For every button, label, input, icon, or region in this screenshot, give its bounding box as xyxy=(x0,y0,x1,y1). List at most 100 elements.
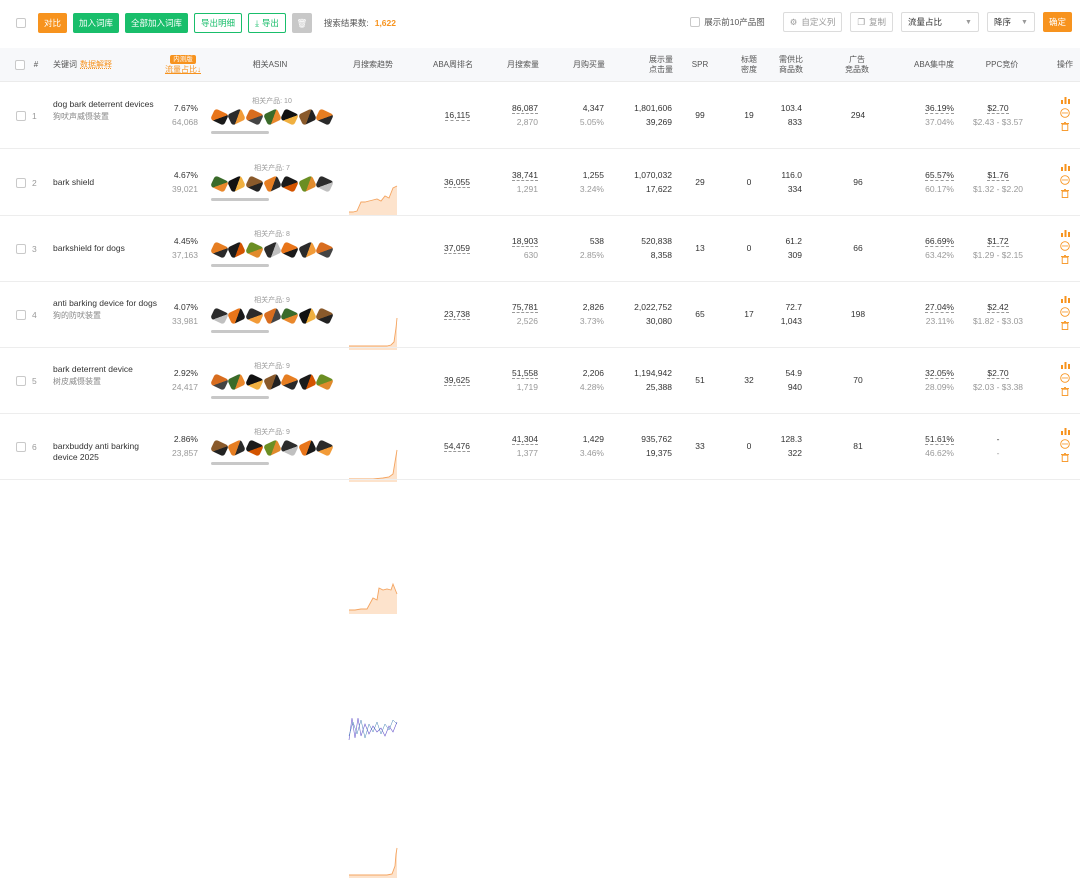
bar-chart-icon[interactable] xyxy=(1060,96,1070,104)
sort-field-select[interactable]: 流量占比 ▼ xyxy=(900,12,979,32)
aba-rank-value[interactable]: 36,055 xyxy=(444,177,470,188)
product-thumbnail[interactable] xyxy=(227,173,247,195)
keyword-cell[interactable]: anti barking device for dogs 狗的防吠装置 xyxy=(53,298,163,322)
row-checkbox[interactable] xyxy=(16,111,26,121)
header-impressions[interactable]: 展示量 点击量 xyxy=(636,48,686,82)
product-thumbnail[interactable] xyxy=(262,239,282,261)
monthly-search-value[interactable]: 38,741 xyxy=(512,170,538,181)
product-thumbnail[interactable] xyxy=(297,239,317,261)
product-thumbnail[interactable] xyxy=(211,106,229,128)
row-checkbox[interactable] xyxy=(16,442,26,452)
copy-button[interactable]: ❐ 复制 xyxy=(850,12,893,32)
add-all-to-library-button[interactable]: 全部加入词库 xyxy=(125,13,189,33)
search-trend-sparkline[interactable] xyxy=(348,712,398,746)
bar-chart-icon[interactable] xyxy=(1060,163,1070,171)
ppc-value[interactable]: $2.42 xyxy=(987,302,1009,313)
product-thumbnail[interactable] xyxy=(245,305,264,327)
more-icon[interactable] xyxy=(1060,108,1070,118)
header-flow[interactable]: 内测版 流量占比↓ xyxy=(160,48,206,82)
product-thumbnail[interactable] xyxy=(262,371,282,393)
product-thumbnail[interactable] xyxy=(211,371,229,393)
aba-rank-cell[interactable]: 36,055 xyxy=(430,177,470,188)
aba-concentration-value[interactable]: 66.69% xyxy=(925,236,954,247)
bar-chart-icon[interactable] xyxy=(1060,427,1070,435)
aba-rank-cell[interactable]: 23,738 xyxy=(430,309,470,320)
aba-concentration-value[interactable]: 65.57% xyxy=(925,170,954,181)
header-spr[interactable]: SPR xyxy=(688,48,712,82)
monthly-search-value[interactable]: 18,903 xyxy=(512,236,538,247)
row-checkbox[interactable] xyxy=(16,178,26,188)
search-trend-sparkline[interactable] xyxy=(348,844,398,878)
keyword-cell[interactable]: bark deterrent device 树皮威慑装置 xyxy=(53,364,163,388)
product-thumbnail[interactable] xyxy=(245,437,264,459)
confirm-button[interactable]: 确定 xyxy=(1042,12,1072,32)
product-thumbnail[interactable] xyxy=(315,371,333,393)
more-icon[interactable] xyxy=(1060,307,1070,317)
product-thumbnail[interactable] xyxy=(297,173,317,195)
ppc-value[interactable]: - xyxy=(997,434,1000,444)
keyword-text[interactable]: bark deterrent device xyxy=(53,364,163,375)
product-thumbnail[interactable] xyxy=(262,106,282,128)
monthly-search-value[interactable]: 75,781 xyxy=(512,302,538,313)
product-thumbnail[interactable] xyxy=(211,305,229,327)
trash-icon[interactable] xyxy=(1061,255,1069,264)
trash-icon[interactable] xyxy=(1061,189,1069,198)
more-icon[interactable] xyxy=(1060,175,1070,185)
aba-concentration-value[interactable]: 32.05% xyxy=(925,368,954,379)
aba-rank-cell[interactable]: 39,625 xyxy=(430,375,470,386)
product-thumbnail[interactable] xyxy=(315,173,333,195)
more-icon[interactable] xyxy=(1060,439,1070,449)
product-thumbnail[interactable] xyxy=(280,305,299,327)
trash-icon[interactable] xyxy=(1061,122,1069,131)
add-to-library-button[interactable]: 加入词库 xyxy=(73,13,120,33)
aba-rank-cell[interactable]: 37,059 xyxy=(430,243,470,254)
product-thumbnail[interactable] xyxy=(280,239,299,261)
product-thumbnail[interactable] xyxy=(315,305,333,327)
product-thumbnail[interactable] xyxy=(211,437,229,459)
bar-chart-icon[interactable] xyxy=(1060,229,1070,237)
aba-rank-value[interactable]: 16,115 xyxy=(444,110,470,121)
ppc-value[interactable]: $2.70 xyxy=(987,103,1009,114)
keyword-text[interactable]: dog bark deterrent devices xyxy=(53,99,163,110)
product-thumbnail[interactable] xyxy=(280,106,299,128)
product-thumbnail[interactable] xyxy=(262,305,282,327)
keyword-cell[interactable]: dog bark deterrent devices 狗吠声威慑装置 xyxy=(53,99,163,123)
export-detail-button[interactable]: 导出明细 xyxy=(194,13,243,33)
keyword-text[interactable]: anti barking device for dogs xyxy=(53,298,163,309)
keyword-text[interactable]: barkshield for dogs xyxy=(53,243,163,254)
search-trend-sparkline[interactable] xyxy=(348,580,398,614)
thumbnail-scrollbar[interactable] xyxy=(211,462,269,465)
product-thumbnail[interactable] xyxy=(315,239,333,261)
product-thumbnail[interactable] xyxy=(227,371,247,393)
trash-icon[interactable] xyxy=(1061,453,1069,462)
thumbnail-scrollbar[interactable] xyxy=(211,330,269,333)
data-explain-link[interactable]: 数据解释 xyxy=(80,60,112,70)
header-aba-rank[interactable]: ABA周排名 xyxy=(425,48,481,82)
product-thumbnail[interactable] xyxy=(280,437,299,459)
product-thumbnail[interactable] xyxy=(262,173,282,195)
monthly-search-value[interactable]: 51,558 xyxy=(512,368,538,379)
keyword-text[interactable]: bark shield xyxy=(53,177,163,188)
ppc-value[interactable]: $1.76 xyxy=(987,170,1009,181)
product-thumbnail[interactable] xyxy=(280,371,299,393)
bar-chart-icon[interactable] xyxy=(1060,295,1070,303)
aba-rank-value[interactable]: 39,625 xyxy=(444,375,470,386)
trash-icon[interactable] xyxy=(1061,321,1069,330)
product-thumbnail[interactable] xyxy=(227,106,247,128)
header-ad-products[interactable]: 广告 竞品数 xyxy=(840,48,874,82)
select-all-checkbox[interactable] xyxy=(16,18,26,28)
header-monthly-search[interactable]: 月搜索量 xyxy=(500,48,546,82)
thumbnail-scrollbar[interactable] xyxy=(211,396,269,399)
aba-rank-value[interactable]: 23,738 xyxy=(444,309,470,320)
product-thumbnail[interactable] xyxy=(297,371,317,393)
product-thumbnail[interactable] xyxy=(315,437,333,459)
aba-rank-cell[interactable]: 54,476 xyxy=(430,441,470,452)
aba-concentration-value[interactable]: 36.19% xyxy=(925,103,954,114)
ppc-value[interactable]: $1.72 xyxy=(987,236,1009,247)
row-checkbox[interactable] xyxy=(16,244,26,254)
product-thumbnail[interactable] xyxy=(262,437,282,459)
product-thumbnail[interactable] xyxy=(280,173,299,195)
product-thumbnail[interactable] xyxy=(227,437,247,459)
ppc-value[interactable]: $2.70 xyxy=(987,368,1009,379)
product-thumbnail[interactable] xyxy=(211,173,229,195)
